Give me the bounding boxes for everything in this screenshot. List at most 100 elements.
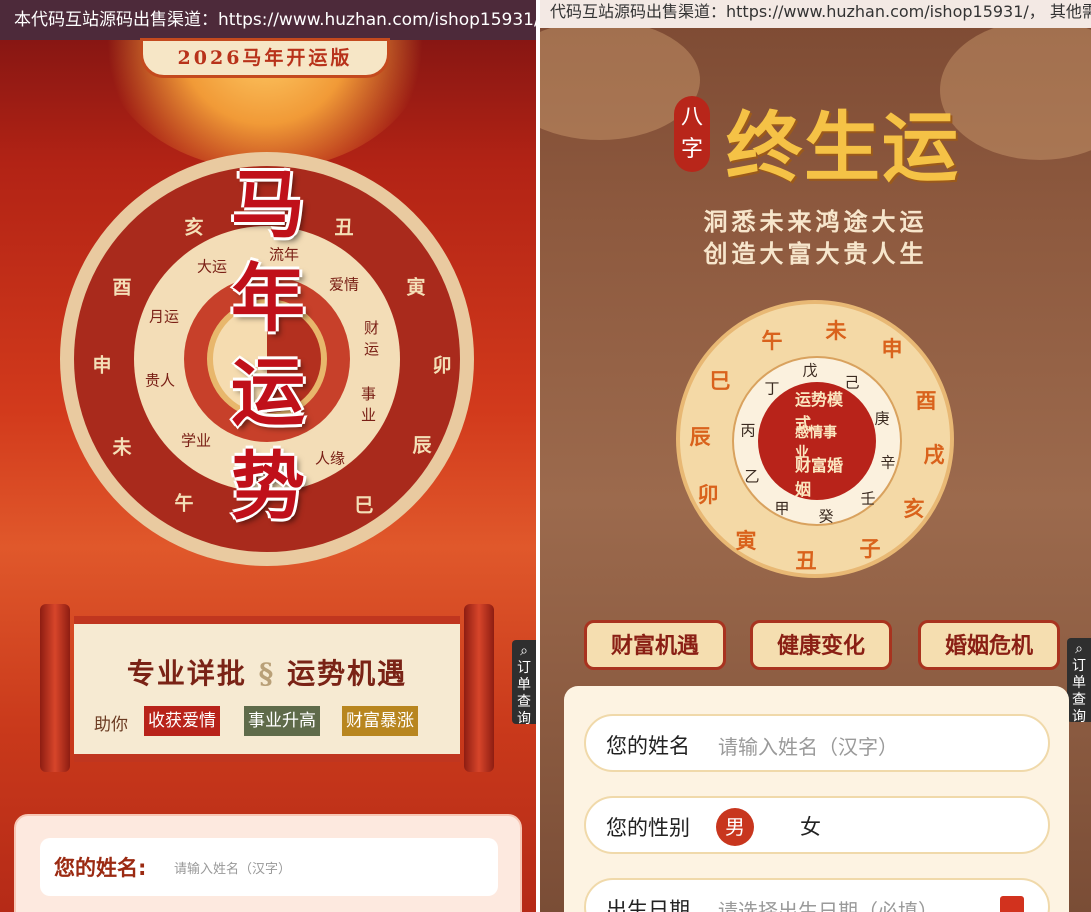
tag-career: 事业升高 [244,706,320,736]
wheel-branch: 酉 [915,388,937,413]
wheel-branch: 戌 [923,442,945,467]
wheel-branch: 未 [112,436,132,459]
calendar-icon[interactable] [1000,896,1024,912]
wheel-branch: 申 [881,336,903,361]
right-screenshot: 代码互站源码出售渠道：https://www.huzhan.com/ishop1… [540,0,1091,912]
name-input[interactable]: 请输入姓名（汉字） [174,858,291,877]
side-tab-char: 订 [517,660,531,676]
subtitle: 洞悉未来鸿途大运 [703,207,928,236]
title-char: 势 [231,444,305,530]
tag-health: 健康变化 [750,620,892,670]
wheel-item: 人缘 [314,449,346,468]
title-char: 年 [231,256,305,342]
main-title: 马 年 运 势 [228,158,308,534]
dragon-core: 运势模式 财富婚姻 感情事业 [758,382,876,500]
gender-female-option[interactable]: 女 [800,811,821,841]
gender-male-option[interactable]: 男 [716,808,754,846]
subtitle: 创造大富大贵人生 [703,239,928,268]
side-tab-char: 询 [517,711,531,727]
order-query-tab[interactable]: ⌕ 订 单 查 询 [1067,638,1091,725]
gender-field: 您的性别 男 女 [584,796,1050,854]
gender-label: 您的性别 [606,816,690,840]
side-tab-char: 查 [517,694,531,710]
wheel-stem: 丙 [740,421,756,440]
scroll-roll-right [464,604,494,772]
wheel-stem: 乙 [744,467,760,486]
wheel-item: 财运 [364,319,380,358]
edition-badge: 2026马年开运版 [140,38,390,78]
tag-marriage: 婚姻危机 [918,620,1060,670]
wheel-stem: 壬 [860,489,876,508]
wheel-branch: 未 [825,318,847,343]
side-tab-char: 单 [517,677,531,693]
main-title: 终生运 [726,103,960,192]
name-field[interactable]: 您的姓名: 请输入姓名（汉字） [40,838,498,896]
left-screenshot: 本代码互站源码出售渠道：https://www.huzhan.com/ishop… [0,0,536,912]
side-tab-char: 单 [1072,675,1086,691]
wheel-stem: 丁 [764,379,780,398]
wheel-inner-ring: 戊 己 庚 辛 壬 癸 甲 乙 丙 丁 运势模式 财富婚姻 感情事业 [732,356,902,526]
tag-love: 收获爱情 [144,706,220,736]
birthdate-field[interactable]: 出生日期 请选择出生日期（必填） [584,878,1050,912]
order-query-tab[interactable]: ⌕ 订 单 查 询 [512,640,536,727]
scroll-banner: 专业详批 § 运势机遇 助你 收获爱情 事业升高 财富暴涨 [40,604,494,772]
title-char: 马 [231,162,305,248]
wheel-branch: 丑 [795,548,817,573]
wheel-branch: 寅 [406,276,426,299]
wheel-branch: 巳 [709,368,731,393]
form-card: 您的姓名: 请输入姓名（汉字） [14,814,522,912]
wheel-item: 月运 [148,307,180,326]
side-tab-char: 查 [1072,692,1086,708]
tag-wealth: 财富暴涨 [342,706,418,736]
search-icon: ⌕ [1075,641,1083,657]
core-text: 感情事业 [795,425,837,461]
name-input[interactable]: 请输入姓名（汉字） [718,731,898,760]
wheel-branch: 亥 [184,216,204,239]
title-char: 运 [231,350,305,436]
wheel-item: 大运 [196,257,228,276]
source-banner: 代码互站源码出售渠道：https://www.huzhan.com/ishop1… [540,0,1091,28]
scroll-roll-left [40,604,70,772]
bazi-badge: 八 字 [674,96,710,172]
wheel-branch: 午 [761,328,783,353]
scroll-paper: 专业详批 § 运势机遇 助你 收获爱情 事业升高 财富暴涨 [74,616,460,762]
wheel-branch: 午 [174,492,194,515]
wheel-branch: 巳 [354,494,374,517]
birthdate-input[interactable]: 请选择出生日期（必填） [718,895,938,912]
wheel-stem: 甲 [774,499,790,518]
wheel-branch: 寅 [735,528,757,553]
slogan-part: 专业详批 [126,657,247,690]
side-tab-char: 订 [1072,658,1086,674]
wheel-stem: 辛 [880,453,896,472]
wheel-item: 学业 [180,431,212,450]
wheel-branch: 卯 [697,482,719,507]
wheel-item: 事业 [361,385,377,424]
slogan-part: 运势机遇 [287,657,408,690]
name-label: 您的姓名: [54,856,147,880]
wheel-stem: 戊 [802,361,818,380]
side-tab-char: 询 [1072,709,1086,725]
bazi-wheel: 未 申 酉 戌 亥 子 丑 寅 卯 辰 巳 午 戊 己 庚 辛 壬 癸 甲 乙 … [676,300,954,578]
wheel-branch: 辰 [689,424,711,449]
wheel-branch: 辰 [412,434,432,457]
slogan: 专业详批 § 运势机遇 [74,652,460,692]
search-icon: ⌕ [520,643,528,659]
dragon-icon: § [258,657,276,690]
wheel-branch: 亥 [903,496,925,521]
badge-char: 八 [680,105,703,130]
source-banner: 本代码互站源码出售渠道：https://www.huzhan.com/ishop… [0,0,536,40]
birth-form: 您的姓名 请输入姓名（汉字） 您的性别 男 女 出生日期 请选择出生日期（必填） [564,686,1069,912]
wheel-branch: 子 [859,536,881,561]
name-field[interactable]: 您的姓名 请输入姓名（汉字） [584,714,1050,772]
wheel-branch: 申 [92,354,112,377]
badge-char: 字 [680,137,703,162]
cloud-decoration [940,20,1091,160]
help-text: 助你 [94,715,128,735]
birthdate-label: 出生日期 [606,898,690,912]
wheel-item: 爱情 [328,275,360,294]
name-label: 您的姓名 [606,734,690,758]
wheel-branch: 酉 [112,276,132,299]
wheel-branch: 卯 [432,354,452,377]
wheel-stem: 癸 [818,507,834,526]
wheel-branch: 丑 [334,216,354,239]
